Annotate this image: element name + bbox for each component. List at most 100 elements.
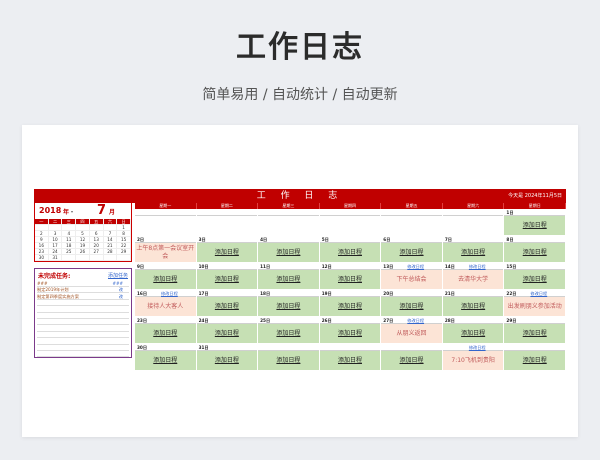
add-schedule-link[interactable]: 添加日程 [319,324,381,343]
day-cell: 22日 修改日程 出发刷朋义参加活动 [504,290,566,317]
add-schedule-link[interactable]: 添加日程 [258,297,319,316]
add-schedule-link[interactable]: 添加日程 [196,270,258,289]
add-schedule-link[interactable]: 添加日程 [442,243,504,262]
task-edit-link[interactable]: 改 [119,287,123,293]
day-cell: 31日 添加日程 [196,344,259,371]
day-row: 21日 [442,290,504,297]
day-cell: 16日 修改日程 接待人大客人 [135,290,197,317]
day-number: 16日 [137,291,148,296]
add-schedule-link[interactable]: 添加日程 [258,351,319,370]
add-schedule-link[interactable]: 添加日程 [258,324,319,343]
day-row [319,344,381,351]
add-schedule-link[interactable]: 添加日程 [504,243,565,262]
day-row [504,344,565,351]
edit-schedule-link[interactable]: 修改日程 [469,263,486,270]
mini-day[interactable] [117,255,131,261]
edit-schedule-link[interactable]: 修改日程 [407,263,424,270]
add-schedule-link[interactable]: 添加日程 [319,297,381,316]
day-row: 13日 修改日程 [381,263,442,270]
day-number: 3日 [198,237,206,242]
mini-day[interactable] [103,255,118,261]
day-row: 修改日程 [442,344,504,351]
mini-day[interactable]: 31 [48,255,63,261]
add-schedule-link[interactable]: 添加日程 [258,243,319,262]
add-schedule-link[interactable]: 添加日程 [196,243,258,262]
add-schedule-link[interactable]: 添加日程 [196,324,258,343]
task-row [37,351,129,358]
task-row [37,339,129,345]
year-value[interactable]: 2018 [39,206,61,215]
day-cell: 23日 添加日程 [135,317,197,344]
day-cell: 26日 添加日程 [319,317,382,344]
year-spinner-icon[interactable]: ▾ [71,209,73,214]
day-cell: 13日 修改日程 下午总结会 [381,263,443,290]
edit-schedule-link[interactable]: 修改日程 [407,317,424,324]
add-schedule-link[interactable]: 添加日程 [135,270,196,289]
add-schedule-link[interactable]: 添加日程 [381,351,442,370]
day-cell: 8日 添加日程 [504,236,566,263]
day-number: 29日 [506,318,517,323]
day-cell: 7日 添加日程 [442,236,505,263]
day-number: 12日 [321,264,332,269]
day-row: 6日 [381,236,442,243]
add-schedule-link[interactable]: 添加日程 [381,297,442,316]
schedule-entry[interactable]: 下午总结会 [381,270,442,289]
add-schedule-link[interactable]: 添加日程 [135,351,196,370]
today-label: 今天是 2024年11月5日 [508,193,562,199]
edit-schedule-link[interactable]: 修改日程 [161,290,178,297]
preview-card: 工 作 日 志 今天是 2024年11月5日 2018 年 ▾ 7 月 一二三四… [22,125,578,437]
task-row [37,345,129,351]
add-schedule-link[interactable]: 添加日程 [319,270,381,289]
schedule-grid: 星期一 星期二 星期三 星期四 星期五 星期六 星期日 1日 添加日程 2日 上午8点第一会议室开… [135,203,566,371]
week-row: 23日 添加日程 24日 添加日程 25日 添加日程 26日 添加日程 27日 修改日程 从朋义返回… [135,317,566,344]
day-cell [135,209,197,236]
add-schedule-link[interactable]: 添加日程 [504,270,565,289]
day-number: 8日 [506,237,514,242]
mini-day[interactable] [62,255,77,261]
add-schedule-link[interactable]: 添加日程 [196,351,258,370]
day-number: 4日 [260,237,268,242]
add-schedule-link[interactable]: 添加日程 [504,324,565,343]
add-schedule-link[interactable]: 添加日程 [319,351,381,370]
edit-schedule-link[interactable]: 修改日程 [469,344,486,351]
day-cell [319,209,382,236]
schedule-entry[interactable]: 去清华大学 [442,270,504,289]
mini-day[interactable] [76,255,90,261]
add-schedule-link[interactable]: 添加日程 [442,324,504,343]
add-schedule-link[interactable]: 添加日程 [319,243,381,262]
add-task-link[interactable]: 添加任务 [108,272,128,279]
day-cell: 12日 添加日程 [319,263,382,290]
schedule-entry [381,216,442,235]
task-panel: 未完成任务: 添加任务 ### ### 制定2019年计划改制定第四季度实施方案改 [34,268,132,358]
add-schedule-link[interactable]: 添加日程 [442,297,504,316]
task-edit-link[interactable]: 改 [119,294,123,300]
day-number: 17日 [198,291,209,296]
day-row [258,344,319,351]
month-value[interactable]: 7 [97,203,106,218]
schedule-entry[interactable]: 出发刷朋义参加活动 [504,297,565,316]
add-schedule-link[interactable]: 添加日程 [504,216,565,235]
add-schedule-link[interactable]: 添加日程 [504,351,565,370]
add-schedule-link[interactable]: 添加日程 [381,243,442,262]
schedule-entry[interactable]: 上午8点第一会议室开会 [135,243,196,262]
mini-day[interactable]: 30 [35,255,49,261]
page-title: 工作日志 [236,30,364,65]
day-cell [258,209,320,236]
day-cell: 添加日程 [381,344,443,371]
day-number: 20日 [383,291,394,296]
schedule-entry[interactable]: 从朋义返回 [381,324,442,343]
day-number: 25日 [260,318,271,323]
day-cell: 9日 添加日程 [135,263,197,290]
add-schedule-link[interactable]: 添加日程 [258,270,319,289]
calendar-header: 2018 年 ▾ 7 月 [34,203,132,219]
day-number: 24日 [198,318,209,323]
schedule-entry[interactable]: 7:10飞机到贵阳 [442,351,504,370]
week-row: 1日 添加日程 [135,209,566,236]
add-schedule-link[interactable]: 添加日程 [135,324,196,343]
edit-schedule-link[interactable]: 修改日程 [530,290,547,297]
add-schedule-link[interactable]: 添加日程 [196,297,258,316]
schedule-entry[interactable]: 接待人大客人 [135,297,196,316]
mini-day[interactable] [89,255,104,261]
day-cell: 19日 添加日程 [319,290,382,317]
day-number: 13日 [383,264,394,269]
